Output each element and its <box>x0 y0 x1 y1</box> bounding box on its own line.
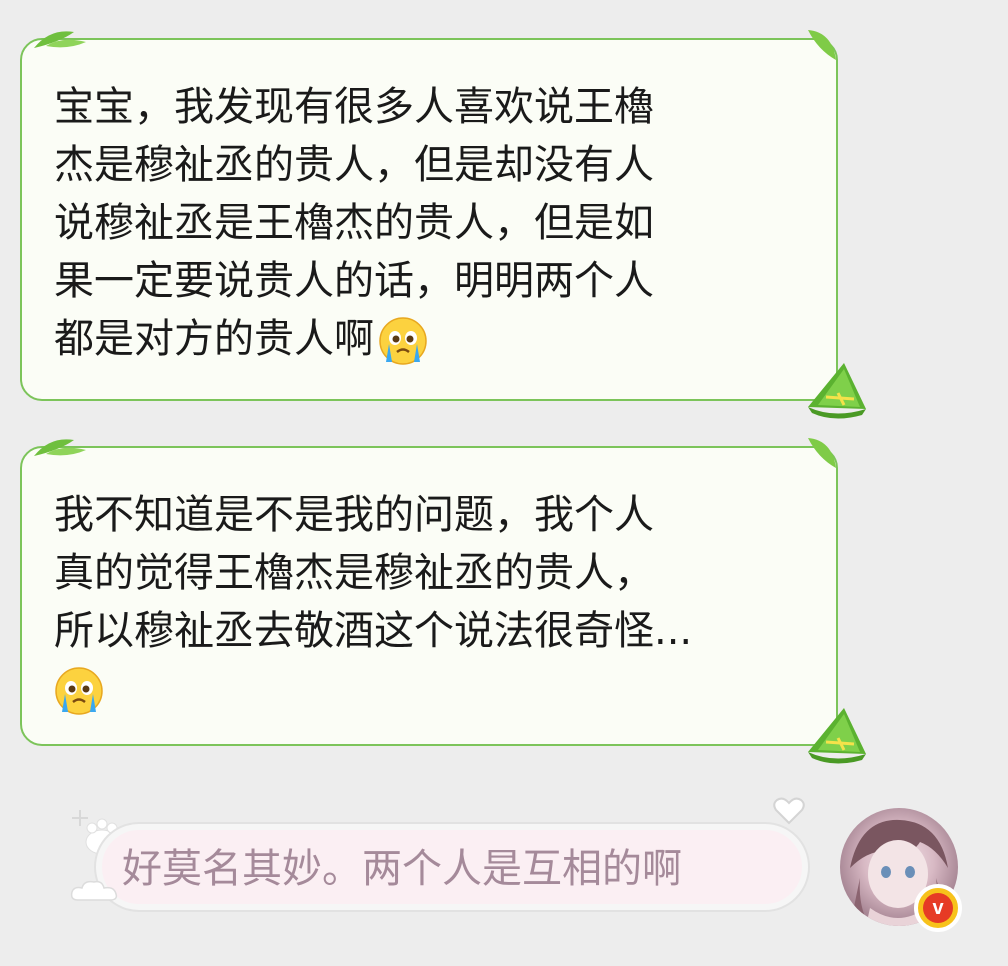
bamboo-leaf-icon <box>808 438 836 468</box>
bamboo-leaf-icon <box>34 31 86 48</box>
message-text: 好莫名其妙。两个人是互相的啊 <box>122 846 682 892</box>
heart-icon <box>773 797 805 825</box>
bamboo-leaf-icon <box>34 439 86 456</box>
vip-badge-letter: v <box>923 893 953 923</box>
message-bubble-received-2[interactable]: 我不知道是不是我的问题，我个人 真的觉得王櫓杰是穆祉丞的贵人， 所以穆祉丞去敬酒… <box>20 438 866 764</box>
message-bubble-received-1[interactable]: 宝宝，我发现有很多人喜欢说王櫓 杰是穆祉丞的贵人，但是却没有人 说穆祉丞是王櫓杰… <box>20 30 866 419</box>
message-line: 果一定要说贵人的话，明明两个人 <box>54 258 654 304</box>
message-line: 都是对方的贵人啊 <box>54 316 374 362</box>
crying-face-icon <box>55 667 103 715</box>
zongzi-sticker-icon <box>808 363 866 419</box>
vip-badge-icon: v <box>914 884 962 932</box>
message-line: 说穆祉丞是王櫓杰的贵人，但是如 <box>54 200 654 246</box>
message-line: 真的觉得王櫓杰是穆祉丞的贵人， <box>54 550 654 596</box>
message-line: 我不知道是不是我的问题，我个人 <box>54 492 654 538</box>
bamboo-leaf-icon <box>808 30 836 60</box>
zongzi-sticker-icon <box>808 708 866 764</box>
cloud-icon <box>70 880 118 901</box>
crying-face-icon <box>379 317 427 365</box>
message-bubble-sent[interactable]: 好莫名其妙。两个人是互相的啊 <box>96 824 808 910</box>
message-line: 所以穆祉丞去敬酒这个说法很奇怪... <box>54 608 693 654</box>
message-line: 宝宝，我发现有很多人喜欢说王櫓 <box>54 84 654 130</box>
message-line: 杰是穆祉丞的贵人，但是却没有人 <box>54 142 654 188</box>
